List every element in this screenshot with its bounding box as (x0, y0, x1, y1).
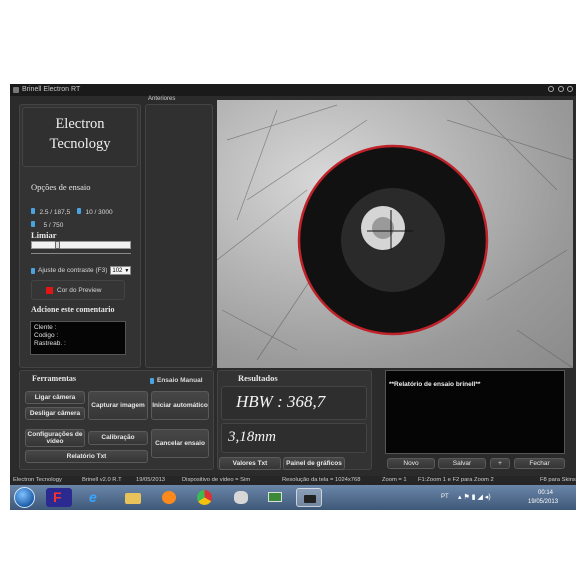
option-3-icon (31, 221, 35, 227)
option-2-icon (77, 208, 81, 214)
status-zoom: Zoom = 1 (382, 477, 407, 483)
add-report-button[interactable]: + (490, 458, 510, 469)
capture-image-button[interactable]: Capturar imagem (88, 391, 148, 420)
comment-client: Clente : (34, 324, 57, 331)
new-report-button[interactable]: Novo (387, 458, 435, 469)
graphs-panel-button[interactable]: Painel de gráficos (283, 457, 345, 470)
comment-trace: Rastreab. : (34, 340, 66, 347)
report-text: **Relatório de ensaio brinell** (389, 381, 481, 388)
results-title: Resultados (238, 373, 278, 383)
contrast-label: Ajuste de contraste (F3) (38, 267, 108, 274)
anteriores-label: Anteriores (148, 96, 176, 102)
status-zoom-hint: F1:Zoom 1 e F2 para Zoom 2 (418, 477, 494, 483)
comment-textarea[interactable]: Clente : Codigo : Rastreab. : (30, 321, 126, 355)
status-video: Dispositivo de video = Sim (182, 477, 251, 483)
close-report-button[interactable]: Fechar (514, 458, 565, 469)
tray-time[interactable]: 00:14 (538, 490, 553, 496)
threshold-track-line (31, 253, 131, 254)
save-report-button[interactable]: Salvar (438, 458, 486, 469)
app-window: Brinell Electron RT Electron Tecnology O… (10, 84, 576, 510)
contrast-row: Ajuste de contraste (F3) 102 ▼ (31, 266, 132, 275)
taskbar: F e PT ▴ ⚑ ▮ ◢ ◂) 00:14 19/05/2013 (10, 485, 576, 510)
results-panel (217, 370, 372, 470)
camera-image (217, 100, 573, 368)
status-version: Brinell v2.0 R.T (82, 477, 122, 483)
cancel-test-button[interactable]: Cancelar ensaio (151, 429, 209, 458)
chevron-down-icon: ▼ (124, 267, 130, 274)
status-skins: F8 para Skins. (540, 477, 576, 483)
taskbar-folder-icon[interactable] (120, 488, 146, 507)
taskbar-app-f-icon[interactable]: F (46, 488, 72, 507)
preview-color-button[interactable]: Cor do Preview (31, 280, 125, 300)
threshold-slider-thumb[interactable] (54, 241, 60, 249)
title-bar: Brinell Electron RT (10, 84, 576, 96)
hbw-value: HBW : 368,7 (236, 392, 326, 411)
comment-title: Adcione este comentario (31, 305, 115, 314)
manual-test-icon (150, 377, 154, 384)
taskbar-chrome-icon[interactable] (192, 488, 218, 507)
tray-language[interactable]: PT (441, 494, 449, 500)
maximize-icon[interactable] (558, 86, 564, 92)
tray-icons: ▴ ⚑ ▮ ◢ ◂) (458, 494, 491, 501)
anteriores-list[interactable] (145, 104, 213, 368)
threshold-label: Limiar (31, 230, 57, 240)
video-settings-button[interactable]: Configurações de vídeo (25, 429, 85, 447)
minimize-icon[interactable] (548, 86, 554, 92)
report-textarea[interactable]: **Relatório de ensaio brinell** (385, 370, 565, 454)
taskbar-ie-icon[interactable]: e (82, 488, 108, 507)
status-date: 19/05/2013 (136, 477, 166, 483)
option-2[interactable]: 10 / 3000 (77, 201, 113, 219)
comment-code: Codigo : (34, 332, 59, 339)
tray-date[interactable]: 19/05/2013 (528, 499, 558, 505)
contrast-icon (31, 267, 35, 274)
tools-title: Ferramentas (32, 374, 76, 383)
option-3-label: 5 / 750 (43, 222, 64, 229)
app-icon (13, 87, 19, 93)
taskbar-monitor-icon[interactable] (262, 488, 288, 507)
camera-view[interactable] (217, 100, 573, 368)
brand-line-1: Electron (55, 116, 105, 132)
preview-color-label: Cor do Preview (57, 286, 102, 294)
options-title: Opções de ensaio (31, 182, 91, 192)
report-txt-button[interactable]: Relatório Txt (25, 450, 148, 463)
manual-test-toggle[interactable]: Ensaio Manual (150, 377, 203, 384)
option-2-label: 10 / 3000 (85, 209, 113, 216)
taskbar-camera-app-icon[interactable] (296, 488, 322, 507)
start-button[interactable] (14, 487, 35, 508)
close-icon[interactable] (567, 86, 573, 92)
auto-start-button[interactable]: Iniciar automático (151, 391, 209, 420)
status-bar: Electron Tecnology Brinell v2.0 R.T 19/0… (10, 476, 576, 485)
threshold-slider[interactable] (31, 241, 131, 249)
taskbar-paint-icon[interactable] (228, 488, 254, 507)
taskbar-media-player-icon[interactable] (156, 488, 182, 507)
brand-line-2: Tecnology (49, 136, 111, 152)
connect-camera-button[interactable]: Ligar câmera (25, 391, 85, 404)
window-title: Brinell Electron RT (22, 86, 81, 93)
manual-test-label: Ensaio Manual (157, 377, 203, 384)
calibration-button[interactable]: Calibração (88, 431, 148, 445)
contrast-select[interactable]: 102 ▼ (110, 266, 132, 275)
contrast-value: 102 (112, 267, 123, 274)
values-txt-button[interactable]: Valores Txt (219, 457, 281, 470)
diameter-value: 3,18mm (228, 429, 276, 445)
disconnect-camera-button[interactable]: Desligar câmera (25, 407, 85, 420)
status-resolution: Resolução da tela = 1024x768 (282, 477, 361, 483)
status-company: Electron Tecnology (13, 477, 62, 483)
preview-color-swatch (46, 286, 53, 294)
